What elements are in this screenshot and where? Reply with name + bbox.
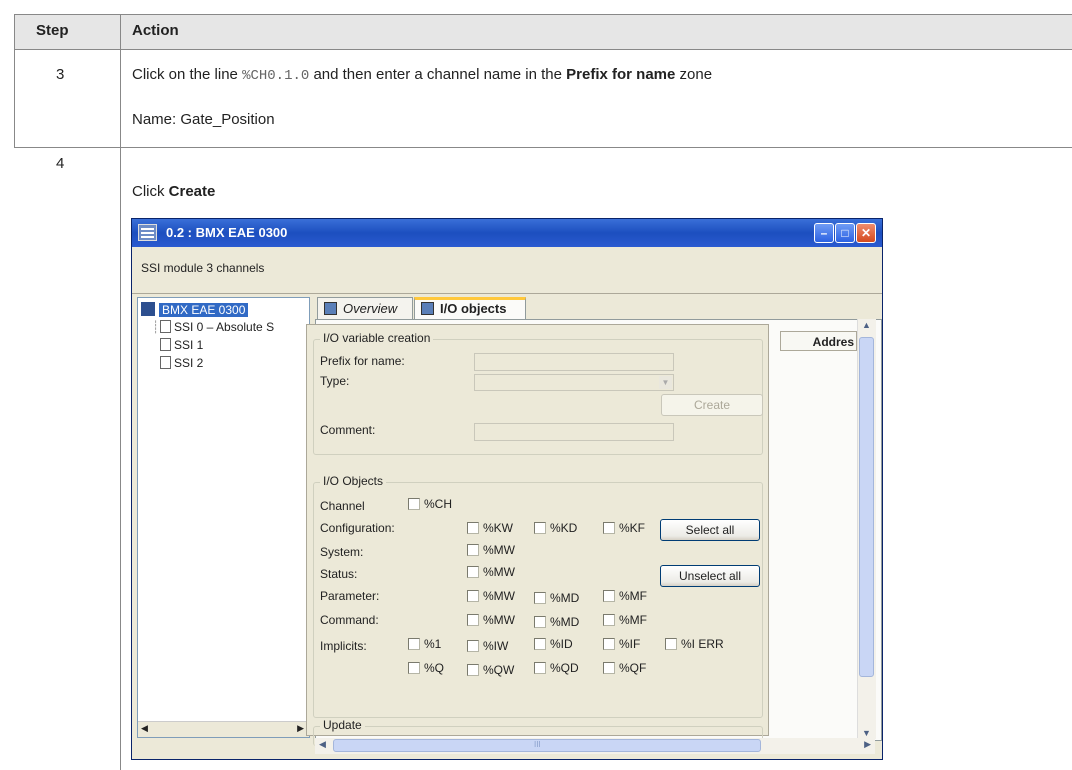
checkbox-ch[interactable]: %CH: [408, 497, 452, 511]
checkbox-if[interactable]: %IF: [603, 637, 640, 651]
comment-label: Comment:: [320, 423, 376, 437]
tab-io-objects[interactable]: I/O objects: [414, 297, 526, 319]
checkbox-cmd-mf[interactable]: %MF: [603, 613, 647, 627]
scroll-grip: III: [534, 740, 541, 749]
parameter-label: Parameter:: [320, 589, 380, 603]
tree-horizontal-scrollbar[interactable]: ◀ ▶: [138, 721, 309, 737]
checkbox-cmd-md[interactable]: %MD: [534, 615, 579, 629]
io-variable-creation-group: I/O variable creation Prefix for name: T…: [313, 331, 763, 455]
window-title: 0.2 : BMX EAE 0300: [166, 225, 288, 240]
row3-step: 3: [56, 66, 65, 83]
checkbox-qf[interactable]: %QF: [603, 661, 646, 675]
row3-name: Name: Gate_Position: [132, 111, 275, 128]
dropdown-arrow-icon[interactable]: ▼: [659, 376, 672, 389]
channel-label: Channel: [320, 499, 365, 513]
checkbox-cmd-mw[interactable]: %MW: [467, 613, 515, 627]
overview-icon: [324, 302, 337, 315]
window-titlebar[interactable]: 0.2 : BMX EAE 0300 – □ ✕: [132, 219, 882, 247]
io-objects-icon: [421, 302, 434, 315]
tab-strip: Overview I/O objects: [317, 297, 882, 319]
module-icon: [138, 224, 157, 241]
command-label: Command:: [320, 613, 379, 627]
row4-instruction: Click Create: [132, 183, 216, 200]
channel-code: %CH0.1.0: [242, 68, 310, 84]
tree-connector: ┊: [152, 320, 160, 334]
type-label: Type:: [320, 374, 350, 388]
create-button[interactable]: Create: [661, 394, 763, 416]
row4-step: 4: [56, 155, 65, 172]
creation-legend: I/O variable creation: [320, 331, 434, 345]
scroll-right-icon[interactable]: ▶: [864, 739, 871, 750]
document-icon: [160, 320, 171, 333]
procedure-table: Step Action 3 Click on the line %CH0.1.0…: [0, 0, 1072, 770]
tree-item-ssi1[interactable]: SSI 1: [160, 338, 203, 352]
checkbox-qw[interactable]: %QW: [467, 663, 514, 677]
module-description: SSI module 3 channels: [141, 261, 265, 275]
horizontal-scrollbar[interactable]: ◀ III ▶: [315, 738, 875, 754]
scroll-down-icon[interactable]: ▼: [862, 728, 871, 738]
checkbox-kf[interactable]: %KF: [603, 521, 645, 535]
checkbox-system-mw[interactable]: %MW: [467, 543, 515, 557]
objects-legend: I/O Objects: [320, 474, 387, 488]
checkbox-kd[interactable]: %KD: [534, 521, 577, 535]
vertical-scrollbar[interactable]: ▲ ▼: [857, 319, 876, 739]
type-select[interactable]: ▼: [474, 374, 674, 391]
checkbox-param-md[interactable]: %MD: [534, 591, 579, 605]
implicits-label: Implicits:: [320, 639, 367, 653]
module-tree: BMX EAE 0300 ┊ SSI 0 – Absolute S SSI 1 …: [137, 297, 310, 738]
tree-item-ssi0[interactable]: SSI 0 – Absolute S: [160, 320, 274, 334]
module-window: 0.2 : BMX EAE 0300 – □ ✕ SSI module 3 ch…: [131, 218, 883, 760]
scroll-up-icon[interactable]: ▲: [862, 320, 871, 330]
tab-overview[interactable]: Overview: [317, 297, 413, 319]
checkbox-status-mw[interactable]: %MW: [467, 565, 515, 579]
header-action: Action: [132, 22, 179, 39]
unselect-all-button[interactable]: Unselect all: [660, 565, 760, 587]
maximize-button[interactable]: □: [835, 223, 855, 243]
tree-item-ssi2[interactable]: SSI 2: [160, 356, 203, 370]
vertical-scroll-thumb[interactable]: [859, 337, 874, 677]
document-icon: [160, 356, 171, 369]
comment-input[interactable]: [474, 423, 674, 441]
checkbox-param-mw[interactable]: %MW: [467, 589, 515, 603]
minimize-button[interactable]: –: [814, 223, 834, 243]
io-objects-pane: I/O variable creation Prefix for name: T…: [306, 324, 769, 749]
system-label: System:: [320, 545, 364, 559]
row3-instruction: Click on the line %CH0.1.0 and then ente…: [132, 66, 713, 84]
module-node-icon: [141, 302, 155, 316]
horizontal-scroll-thumb[interactable]: III: [333, 739, 761, 752]
checkbox-ierr[interactable]: %I ERR: [665, 637, 724, 651]
table-border-left: [14, 14, 15, 147]
prefix-label: Prefix for name:: [320, 354, 405, 368]
close-button[interactable]: ✕: [856, 223, 876, 243]
checkbox-id[interactable]: %ID: [534, 637, 573, 651]
header-step: Step: [36, 22, 69, 39]
row-divider: [14, 147, 1072, 148]
module-description-bar: SSI module 3 channels: [132, 247, 882, 294]
checkbox-qd[interactable]: %QD: [534, 661, 579, 675]
table-column-divider: [120, 14, 121, 770]
scroll-left-icon[interactable]: ◀: [319, 739, 326, 750]
checkbox-param-mf[interactable]: %MF: [603, 589, 647, 603]
checkbox-iw[interactable]: %IW: [467, 639, 508, 653]
io-objects-group: I/O Objects Channel %CH Configuration: %…: [313, 474, 763, 718]
scroll-left-icon[interactable]: ◀: [141, 723, 148, 734]
tree-item-module[interactable]: BMX EAE 0300: [141, 302, 249, 317]
prefix-input[interactable]: [474, 353, 674, 371]
update-legend: Update: [320, 718, 365, 732]
document-icon: [160, 338, 171, 351]
status-label: Status:: [320, 567, 358, 581]
scroll-right-icon[interactable]: ▶: [297, 723, 304, 734]
checkbox-kw[interactable]: %KW: [467, 521, 513, 535]
checkbox-q[interactable]: %Q: [408, 661, 444, 675]
configuration-label: Configuration:: [320, 521, 395, 535]
address-column-header[interactable]: Addres: [780, 331, 857, 351]
checkbox-i[interactable]: %1: [408, 637, 441, 651]
select-all-button[interactable]: Select all: [660, 519, 760, 541]
